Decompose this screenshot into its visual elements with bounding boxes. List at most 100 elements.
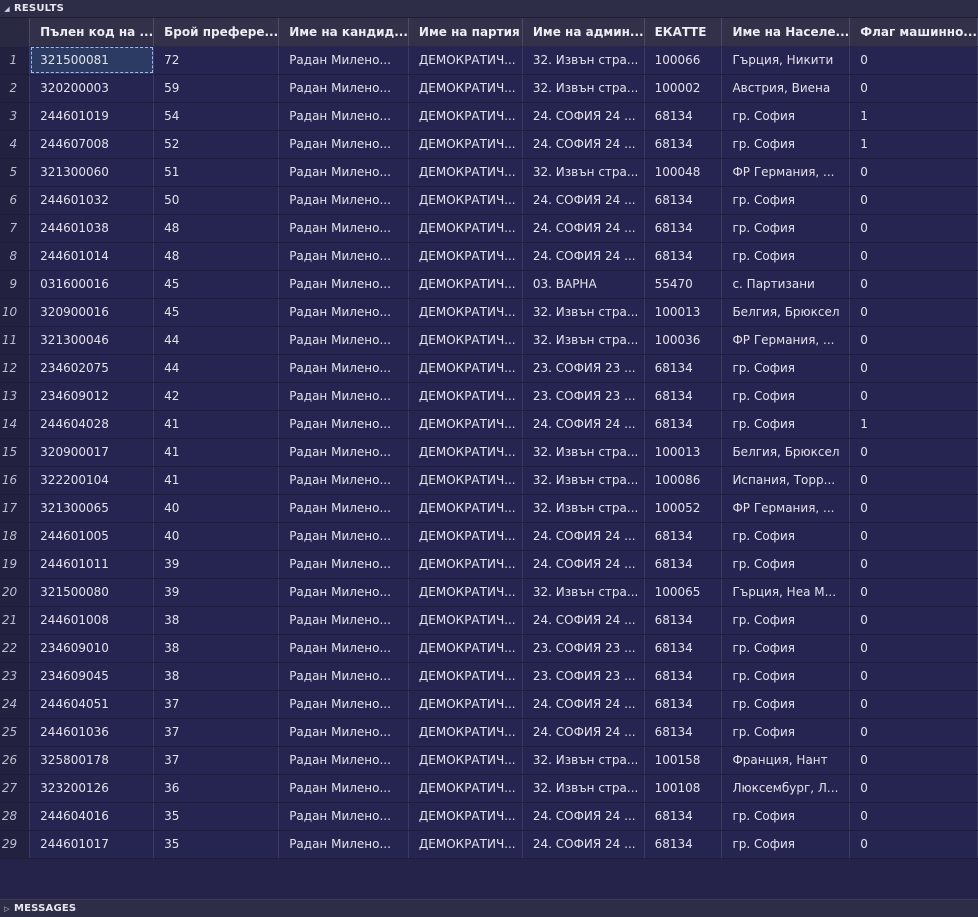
table-row[interactable]: 28 244604016 35 Радан Милено... ДЕМОКРАТИЧ..… — [0, 802, 978, 831]
table-cell[interactable]: Франция, Нант — [721, 746, 851, 775]
table-cell[interactable]: 234609010 — [29, 634, 155, 663]
table-cell[interactable]: ФР Германия, ... — [721, 326, 851, 355]
table-cell[interactable]: ДЕМОКРАТИЧ... — [408, 578, 523, 607]
table-cell[interactable]: 23. СОФИЯ 23 ... — [522, 354, 645, 383]
table-cell[interactable]: 244607008 — [29, 130, 155, 159]
table-cell[interactable]: 23. СОФИЯ 23 ... — [522, 662, 645, 691]
table-row[interactable]: 23 234609045 38 Радан Милено... ДЕМОКРАТИЧ..… — [0, 662, 978, 691]
table-cell[interactable]: 100066 — [644, 46, 723, 75]
table-cell[interactable]: 24. СОФИЯ 24 ... — [522, 606, 645, 635]
table-cell[interactable]: 100065 — [644, 578, 723, 607]
table-cell[interactable]: гр. София — [721, 802, 851, 831]
table-cell[interactable]: 1 — [849, 130, 978, 159]
table-cell[interactable]: 234609012 — [29, 382, 155, 411]
table-cell[interactable]: 0 — [849, 830, 978, 859]
table-row[interactable]: 16 322200104 41 Радан Милено... ДЕМОКРАТИЧ..… — [0, 466, 978, 495]
table-cell[interactable]: 32. Извън стра... — [522, 326, 645, 355]
table-cell[interactable]: 59 — [153, 74, 280, 103]
table-cell[interactable]: 38 — [153, 634, 280, 663]
table-cell[interactable]: 32. Извън стра... — [522, 578, 645, 607]
column-header[interactable]: Име на партия — [408, 18, 523, 47]
row-number[interactable]: 27 — [0, 774, 31, 803]
table-cell[interactable]: гр. София — [721, 354, 851, 383]
row-number[interactable]: 4 — [0, 130, 31, 159]
table-cell[interactable]: 0 — [849, 46, 978, 75]
table-cell[interactable]: 321500080 — [29, 578, 155, 607]
table-cell[interactable]: Радан Милено... — [278, 74, 409, 103]
table-cell[interactable]: 234609045 — [29, 662, 155, 691]
table-cell[interactable]: 321300046 — [29, 326, 155, 355]
table-cell[interactable]: 38 — [153, 606, 280, 635]
table-cell[interactable]: 0 — [849, 242, 978, 271]
table-cell[interactable]: 0 — [849, 186, 978, 215]
table-row[interactable]: 1 321500081 72 Радан Милено... ДЕМОКРАТИЧ...… — [0, 46, 978, 75]
table-cell[interactable]: 0 — [849, 690, 978, 719]
table-cell[interactable]: гр. София — [721, 242, 851, 271]
table-row[interactable]: 15 320900017 41 Радан Милено... ДЕМОКРАТИЧ..… — [0, 438, 978, 467]
column-header[interactable]: Име на админ... — [522, 18, 645, 47]
row-number[interactable]: 13 — [0, 382, 31, 411]
table-cell[interactable]: Гърция, Неа М... — [721, 578, 851, 607]
table-cell[interactable]: Радан Милено... — [278, 662, 409, 691]
table-cell[interactable]: 68134 — [644, 522, 723, 551]
table-cell[interactable]: 68134 — [644, 606, 723, 635]
table-cell[interactable]: ДЕМОКРАТИЧ... — [408, 802, 523, 831]
table-cell[interactable]: гр. София — [721, 130, 851, 159]
table-cell[interactable]: Радан Милено... — [278, 326, 409, 355]
table-row[interactable]: 3 244601019 54 Радан Милено... ДЕМОКРАТИЧ...… — [0, 102, 978, 131]
table-cell[interactable]: 24. СОФИЯ 24 ... — [522, 214, 645, 243]
table-cell[interactable]: 32. Извън стра... — [522, 158, 645, 187]
table-cell[interactable]: 0 — [849, 718, 978, 747]
table-cell[interactable]: Радан Милено... — [278, 746, 409, 775]
table-row[interactable]: 12 234602075 44 Радан Милено... ДЕМОКРАТИЧ..… — [0, 354, 978, 383]
table-cell[interactable]: 32. Извън стра... — [522, 466, 645, 495]
table-cell[interactable]: ДЕМОКРАТИЧ... — [408, 382, 523, 411]
row-number[interactable]: 7 — [0, 214, 31, 243]
table-row[interactable]: 11 321300046 44 Радан Милено... ДЕМОКРАТИЧ..… — [0, 326, 978, 355]
table-cell[interactable]: 41 — [153, 438, 280, 467]
table-cell[interactable]: 323200126 — [29, 774, 155, 803]
table-row[interactable]: 27 323200126 36 Радан Милено... ДЕМОКРАТИЧ..… — [0, 774, 978, 803]
table-cell[interactable]: Радан Милено... — [278, 46, 409, 75]
table-cell[interactable]: 0 — [849, 438, 978, 467]
table-cell[interactable]: 24. СОФИЯ 24 ... — [522, 522, 645, 551]
table-cell[interactable]: 45 — [153, 298, 280, 327]
table-cell[interactable]: ДЕМОКРАТИЧ... — [408, 46, 523, 75]
table-cell[interactable]: 24. СОФИЯ 24 ... — [522, 186, 645, 215]
table-cell[interactable]: ДЕМОКРАТИЧ... — [408, 438, 523, 467]
table-cell[interactable]: 244604051 — [29, 690, 155, 719]
column-header[interactable]: ЕКАТТЕ — [644, 18, 723, 47]
table-row[interactable]: 7 244601038 48 Радан Милено... ДЕМОКРАТИЧ...… — [0, 214, 978, 243]
table-cell[interactable]: Радан Милено... — [278, 270, 409, 299]
table-cell[interactable]: 0 — [849, 494, 978, 523]
table-row[interactable]: 6 244601032 50 Радан Милено... ДЕМОКРАТИЧ...… — [0, 186, 978, 215]
table-cell[interactable]: ДЕМОКРАТИЧ... — [408, 522, 523, 551]
table-cell[interactable]: 54 — [153, 102, 280, 131]
table-cell[interactable]: 031600016 — [29, 270, 155, 299]
table-cell[interactable]: 0 — [849, 662, 978, 691]
row-number[interactable]: 16 — [0, 466, 31, 495]
table-cell[interactable]: 1 — [849, 102, 978, 131]
table-cell[interactable]: 42 — [153, 382, 280, 411]
table-cell[interactable]: 32. Извън стра... — [522, 46, 645, 75]
table-row[interactable]: 24 244604051 37 Радан Милено... ДЕМОКРАТИЧ..… — [0, 690, 978, 719]
row-number[interactable]: 17 — [0, 494, 31, 523]
table-cell[interactable]: ДЕМОКРАТИЧ... — [408, 410, 523, 439]
table-cell[interactable]: 68134 — [644, 186, 723, 215]
table-cell[interactable]: 244601032 — [29, 186, 155, 215]
table-cell[interactable]: 0 — [849, 74, 978, 103]
table-row[interactable]: 25 244601036 37 Радан Милено... ДЕМОКРАТИЧ..… — [0, 718, 978, 747]
table-row[interactable]: 5 321300060 51 Радан Милено... ДЕМОКРАТИЧ...… — [0, 158, 978, 187]
table-cell[interactable]: 320900017 — [29, 438, 155, 467]
table-cell[interactable]: Радан Милено... — [278, 130, 409, 159]
table-cell[interactable]: гр. София — [721, 634, 851, 663]
table-cell[interactable]: Радан Милено... — [278, 718, 409, 747]
table-row[interactable]: 13 234609012 42 Радан Милено... ДЕМОКРАТИЧ..… — [0, 382, 978, 411]
table-cell[interactable]: 24. СОФИЯ 24 ... — [522, 802, 645, 831]
table-cell[interactable]: ДЕМОКРАТИЧ... — [408, 830, 523, 859]
table-cell[interactable]: ДЕМОКРАТИЧ... — [408, 690, 523, 719]
table-cell[interactable]: ДЕМОКРАТИЧ... — [408, 746, 523, 775]
table-cell[interactable]: ДЕМОКРАТИЧ... — [408, 298, 523, 327]
table-cell[interactable]: 68134 — [644, 242, 723, 271]
table-cell[interactable]: 68134 — [644, 102, 723, 131]
